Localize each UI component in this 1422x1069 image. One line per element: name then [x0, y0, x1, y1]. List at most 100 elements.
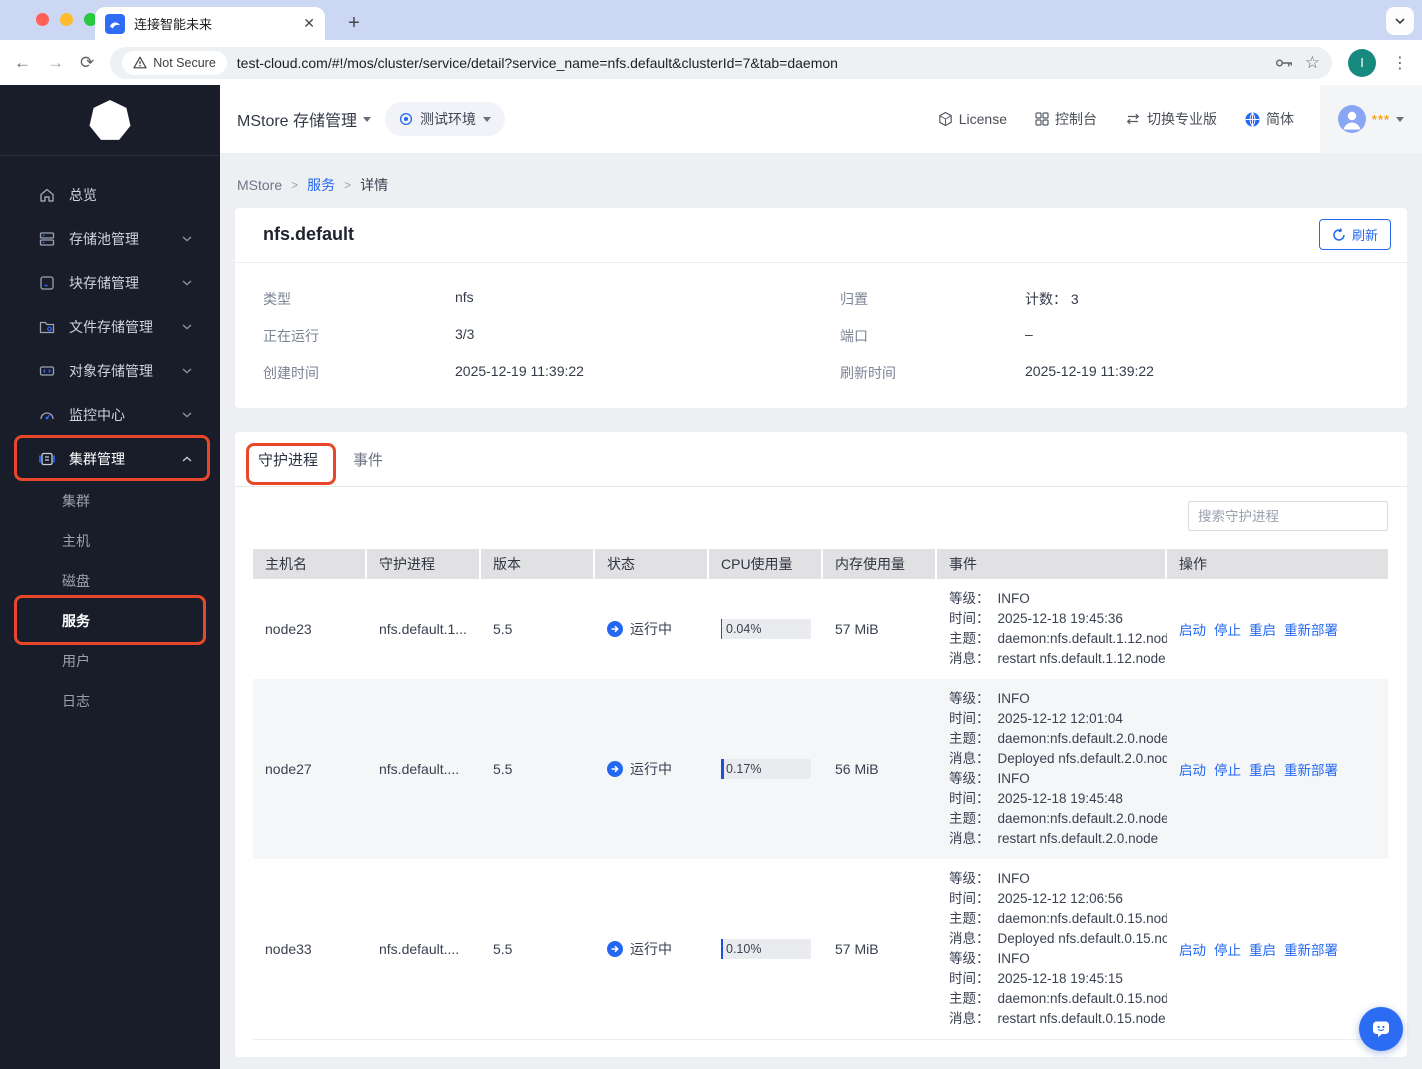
- tab-close-icon[interactable]: ✕: [303, 15, 315, 32]
- sidebar-item-overview[interactable]: 总览: [0, 173, 220, 217]
- event-label: 消息：: [949, 1011, 990, 1026]
- sidebar-subitem-log[interactable]: 日志: [0, 681, 220, 721]
- field-row: 创建时间 2025-12-19 11:39:22 刷新时间 2025-12-19…: [235, 354, 1407, 391]
- event-cell: 等级： INFO 时间： 2025-12-12 12:01:04 主题： daemon…: [937, 679, 1167, 859]
- back-icon[interactable]: ←: [14, 53, 31, 73]
- minimize-window-button[interactable]: [60, 13, 73, 26]
- window-controls[interactable]: [36, 13, 97, 26]
- start-action[interactable]: 启动: [1179, 619, 1206, 639]
- sidebar-item-object-storage[interactable]: 对象存储管理: [0, 349, 220, 393]
- event-label: 消息：: [949, 651, 990, 666]
- event-cell: 等级： INFO 时间： 2025-12-18 19:45:36 主题： daemon…: [937, 579, 1167, 679]
- file-storage-icon: [39, 321, 55, 334]
- event-label: 主题：: [949, 911, 990, 926]
- product-switcher[interactable]: MStore 存储管理: [237, 107, 372, 131]
- redeploy-action[interactable]: 重新部署: [1284, 759, 1338, 779]
- tab-search-chevron-icon[interactable]: [1386, 7, 1414, 35]
- host-cell: node23: [265, 621, 312, 637]
- event-label: 等级：: [949, 871, 990, 886]
- event-label: 主题：: [949, 631, 990, 646]
- user-menu[interactable]: ***: [1320, 85, 1422, 153]
- forward-icon[interactable]: →: [47, 53, 64, 73]
- sidebar-subitem-label: 服务: [62, 613, 90, 629]
- storage-pool-icon: [39, 232, 55, 246]
- field-label: 端口: [840, 328, 868, 344]
- switch-pro-link[interactable]: 切换专业版: [1125, 109, 1217, 129]
- sidebar-subitem-user[interactable]: 用户: [0, 641, 220, 681]
- monitor-gauge-icon: [40, 412, 54, 420]
- address-bar[interactable]: Not Secure test-cloud.com/#!/mos/cluster…: [110, 46, 1332, 79]
- block-storage-icon: [40, 276, 54, 290]
- field-row: 类型 nfs 归置 计数： 3: [235, 280, 1407, 317]
- event-value: INFO: [997, 951, 1030, 966]
- card-divider: [235, 262, 1407, 263]
- event-value: restart nfs.default.0.15.node: [997, 1011, 1166, 1026]
- cpu-usage-bar: 0.10%: [721, 939, 811, 959]
- field-value: 计数： 3: [1025, 291, 1079, 307]
- sidebar-subitem-host[interactable]: 主机: [0, 521, 220, 561]
- cpu-usage-text: 0.17%: [726, 762, 762, 776]
- restart-action[interactable]: 重启: [1249, 939, 1276, 959]
- not-secure-chip[interactable]: Not Secure: [122, 50, 227, 75]
- language-link[interactable]: 简体: [1245, 109, 1294, 129]
- sidebar-item-label: 总览: [69, 187, 97, 203]
- masked-username: ***: [1371, 111, 1391, 127]
- search-input[interactable]: [1198, 508, 1375, 524]
- event-label: 时间：: [949, 711, 990, 726]
- header-cpu: CPU使用量: [709, 549, 823, 579]
- console-link[interactable]: 控制台: [1035, 109, 1097, 129]
- reload-icon[interactable]: ⟳: [80, 53, 94, 73]
- brand-logo: [89, 100, 131, 140]
- start-action[interactable]: 启动: [1179, 939, 1206, 959]
- table-row: node27 nfs.default.... 5.5 运行中 0.17% 56 …: [253, 679, 1388, 859]
- chat-bubble-icon: [1373, 1021, 1389, 1038]
- new-tab-button[interactable]: +: [340, 9, 368, 37]
- close-window-button[interactable]: [36, 13, 49, 26]
- breadcrumb-separator: >: [291, 178, 299, 192]
- sidebar-subitem-service[interactable]: 服务: [0, 601, 220, 641]
- language-label: 简体: [1266, 111, 1294, 127]
- support-chat-button[interactable]: [1359, 1007, 1403, 1051]
- sidebar-nav: 总览 存储池管理 块存储管理 文件存储管理 对象存储管理 监控中心 集群管理 集…: [0, 173, 220, 721]
- environment-selector[interactable]: 测试环境: [385, 102, 506, 136]
- event-value: daemon:nfs.default.1.12.node: [997, 631, 1168, 646]
- key-icon[interactable]: [1275, 57, 1295, 69]
- tab-events[interactable]: 事件: [353, 432, 383, 487]
- restart-action[interactable]: 重启: [1249, 619, 1276, 639]
- globe-icon: [1245, 111, 1260, 127]
- breadcrumb-service[interactable]: 服务: [307, 175, 335, 195]
- event-value: 2025-12-12 12:06:56: [997, 891, 1123, 906]
- warning-icon: [133, 56, 147, 69]
- redeploy-action[interactable]: 重新部署: [1284, 939, 1338, 959]
- table-row: node33 nfs.default.... 5.5 运行中 0.10% 57 …: [253, 859, 1388, 1040]
- sidebar-subitem-disk[interactable]: 磁盘: [0, 561, 220, 601]
- sidebar-item-block-storage[interactable]: 块存储管理: [0, 261, 220, 305]
- event-label: 等级：: [949, 691, 990, 706]
- daemon-card: 守护进程 事件 主机名 守护进程 版本 状态 CPU使用量 内存使用量 事件 操…: [235, 432, 1407, 1057]
- restart-action[interactable]: 重启: [1249, 759, 1276, 779]
- redeploy-action[interactable]: 重新部署: [1284, 619, 1338, 639]
- daemon-search[interactable]: [1188, 501, 1388, 531]
- browser-menu-icon[interactable]: ⋮: [1392, 53, 1408, 73]
- event-value: daemon:nfs.default.0.15.node: [997, 911, 1168, 926]
- stop-action[interactable]: 停止: [1214, 759, 1241, 779]
- breadcrumb-current: 详情: [360, 177, 389, 193]
- actions-cell: 启动 停止 重启 重新部署: [1167, 679, 1388, 859]
- browser-tab[interactable]: 连接智能未来 ✕: [95, 7, 325, 40]
- sidebar-item-storage-pool[interactable]: 存储池管理: [0, 217, 220, 261]
- bookmark-star-icon[interactable]: ☆: [1305, 53, 1320, 73]
- start-action[interactable]: 启动: [1179, 759, 1206, 779]
- stop-action[interactable]: 停止: [1214, 619, 1241, 639]
- browser-profile-avatar[interactable]: I: [1348, 48, 1376, 77]
- tab-daemon[interactable]: 守护进程: [258, 432, 318, 487]
- sidebar-item-monitor-center[interactable]: 监控中心: [0, 393, 220, 437]
- product-title: MStore 存储管理: [237, 113, 358, 130]
- sidebar-item-file-storage[interactable]: 文件存储管理: [0, 305, 220, 349]
- license-link[interactable]: License: [938, 111, 1007, 127]
- stop-action[interactable]: 停止: [1214, 939, 1241, 959]
- sidebar-subitem-cluster[interactable]: 集群: [0, 481, 220, 521]
- breadcrumb-root[interactable]: MStore: [237, 177, 282, 193]
- header-status: 状态: [595, 549, 709, 579]
- refresh-button[interactable]: 刷新: [1318, 219, 1391, 250]
- sidebar-item-cluster-management[interactable]: 集群管理: [0, 437, 220, 481]
